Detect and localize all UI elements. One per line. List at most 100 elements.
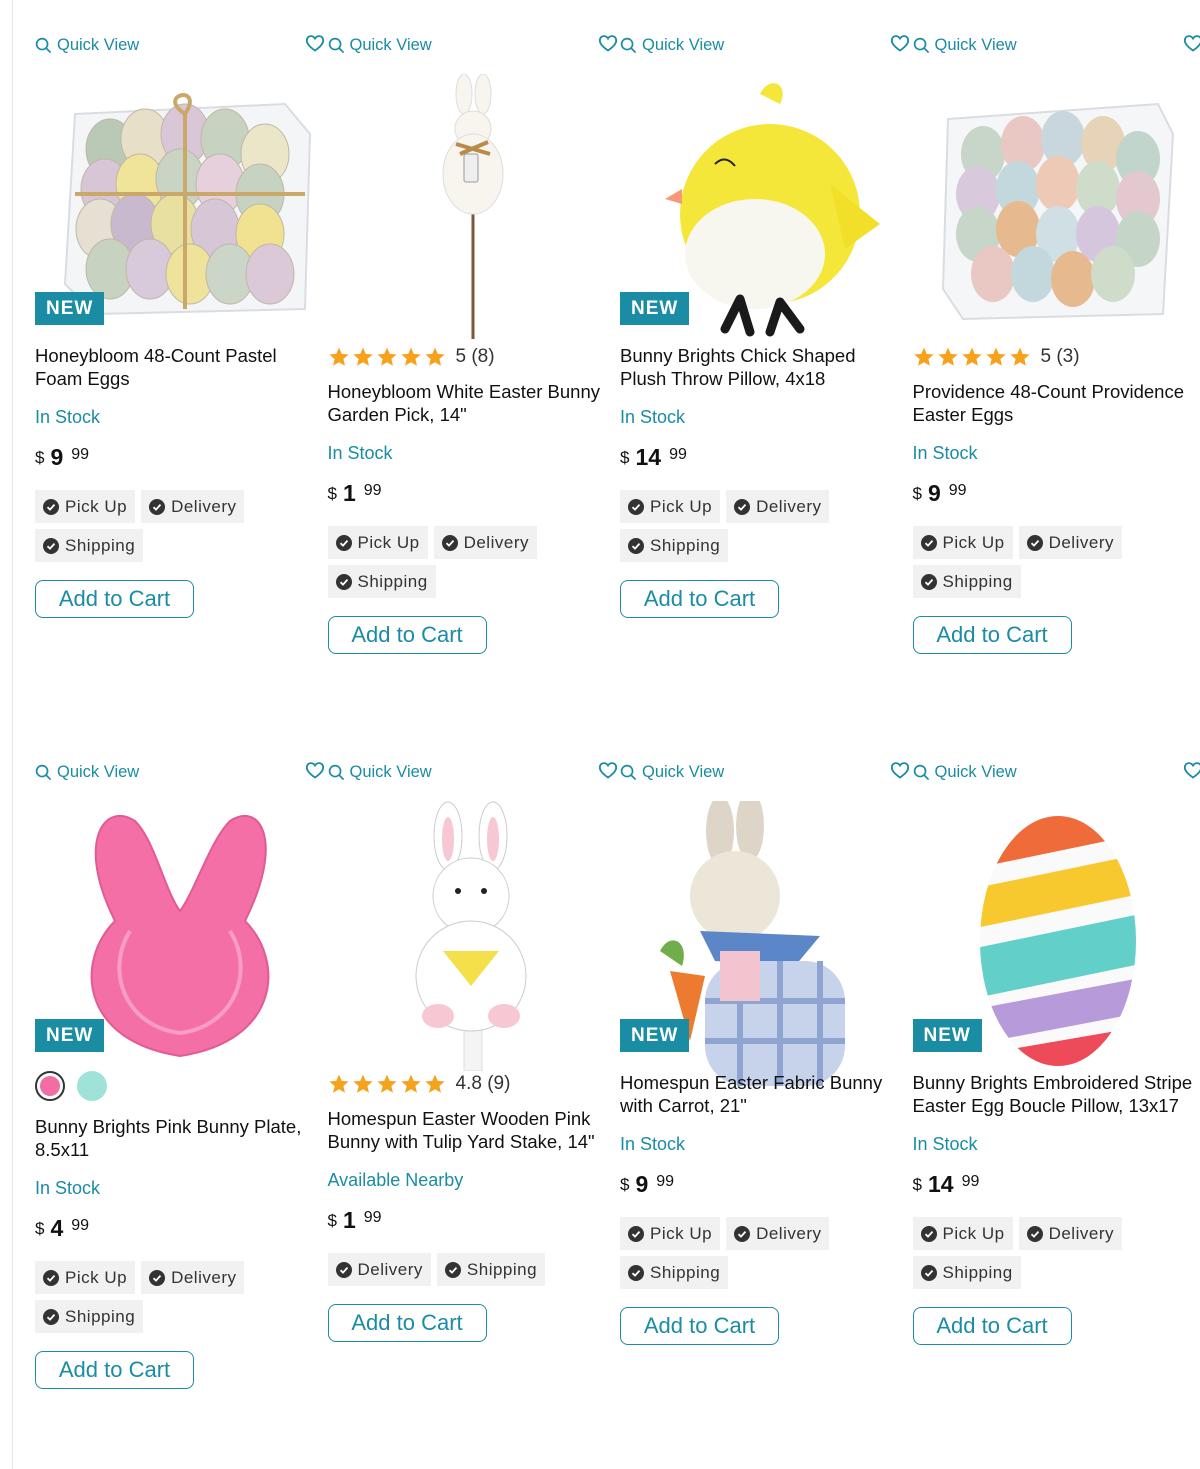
star-rating[interactable]: 5 (3) [913,344,1193,370]
add-to-cart-button[interactable]: Add to Cart [327,616,487,654]
fulfillment-label: Delivery [463,532,529,552]
quick-view-label: Quick View [349,36,432,54]
price: $ 4 99 [35,1215,315,1245]
add-to-cart-button[interactable]: Add to Cart [620,580,779,618]
search-icon [913,37,929,54]
price-cents: 99 [669,446,687,463]
star-rating[interactable]: 5 (8) [328,344,608,370]
fulfillment-chip: Delivery [1018,526,1122,559]
availability-status: Available Nearby [327,1170,464,1190]
fulfillment-chip: Pick Up [620,490,721,523]
quick-view-link[interactable]: Quick View [913,763,1017,782]
quick-view-link[interactable]: Quick View [35,763,139,782]
wishlist-heart-icon[interactable] [890,34,910,52]
price-dollars: 1 [342,1207,356,1233]
fulfillment-chip: Pick Up [35,490,136,523]
add-to-cart-button[interactable]: Add to Cart [327,1304,487,1342]
quick-view-link[interactable]: Quick View [913,36,1017,55]
product-image[interactable] [620,801,900,1086]
quick-view-link[interactable]: Quick View [620,36,724,55]
star-icon [961,347,982,366]
availability-status: In Stock [620,407,686,427]
price-dollars: 9 [927,480,941,506]
add-to-cart-button[interactable]: Add to Cart [35,1351,194,1389]
fulfillment-chip: Delivery [433,526,537,559]
product-image[interactable] [913,801,1193,1066]
add-to-cart-button[interactable]: Add to Cart [620,1307,779,1345]
check-circle-icon [335,573,352,590]
wishlist-heart-icon[interactable] [1183,761,1200,779]
add-to-cart-button[interactable]: Add to Cart [912,1307,1072,1345]
check-circle-icon [441,534,458,551]
wishlist-heart-icon[interactable] [598,761,618,779]
fulfillment-label: Delivery [1048,1223,1114,1243]
product-title[interactable]: Honeybloom White Easter Bunny Garden Pic… [328,380,608,426]
star-icon [376,347,397,366]
product-title[interactable]: Homespun Easter Fabric Bunny with Carrot… [620,1071,900,1117]
star-icon [352,1074,373,1093]
add-to-cart-button[interactable]: Add to Cart [912,616,1072,654]
rating-text: 5 (8) [455,346,495,367]
color-swatch[interactable] [77,1071,107,1101]
wishlist-heart-icon[interactable] [305,761,325,779]
price-currency: $ [327,1211,337,1230]
price-cents: 99 [71,1217,90,1234]
product-image[interactable] [913,74,1193,324]
availability-status: In Stock [327,443,393,463]
product-image[interactable] [328,74,608,339]
product-title[interactable]: Bunny Brights Chick Shaped Plush Throw P… [620,344,900,390]
fulfillment-options: Pick Up Delivery Shipping [620,1217,850,1289]
check-circle-icon [43,537,59,554]
check-circle-icon [920,1225,937,1242]
product-title[interactable]: Honeybloom 48-Count Pastel Foam Eggs [35,344,315,390]
availability-status: In Stock [912,1134,978,1154]
check-circle-icon [335,1261,352,1278]
wishlist-heart-icon[interactable] [598,34,618,52]
star-icon [1009,347,1030,366]
fulfillment-label: Delivery [171,1267,237,1287]
star-icon [352,347,373,366]
fulfillment-label: Shipping [65,535,136,555]
product-title[interactable]: Providence 48-Count Providence Easter Eg… [913,380,1193,426]
product-title[interactable]: Bunny Brights Pink Bunny Plate, 8.5x11 [35,1115,315,1161]
price: $ 14 99 [620,444,900,474]
product-title[interactable]: Homespun Easter Wooden Pink Bunny with T… [328,1107,608,1153]
star-icon [985,347,1006,366]
check-circle-icon [149,1269,166,1286]
new-badge: NEW [912,1019,982,1052]
product-image[interactable] [35,74,315,324]
quick-view-link[interactable]: Quick View [620,763,724,782]
price-currency: $ [35,1219,45,1238]
product-image[interactable] [328,801,608,1071]
new-badge: NEW [620,1019,690,1052]
quick-view-link[interactable]: Quick View [35,36,139,55]
wishlist-heart-icon[interactable] [305,34,325,52]
price-currency: $ [912,484,922,503]
wishlist-heart-icon[interactable] [890,761,910,779]
product-card: Quick View NEW Bunny Brights Chick Shaped… [620,30,910,757]
product-card: Quick View NEW Homespun Easter Fabric Bun… [620,757,910,1457]
quick-view-label: Quick View [57,763,140,781]
price-currency: $ [620,1175,630,1194]
fulfillment-label: Delivery [357,1259,423,1279]
star-rating[interactable]: 4.8 (9) [328,1071,608,1097]
color-swatch[interactable] [35,1071,65,1101]
fulfillment-chip: Delivery [141,490,245,523]
price: $ 14 99 [913,1171,1193,1201]
product-image[interactable] [620,74,900,337]
rating-text: 5 (3) [1040,346,1080,367]
fulfillment-label: Shipping [466,1259,538,1279]
add-to-cart-button[interactable]: Add to Cart [35,580,194,618]
product-title[interactable]: Bunny Brights Embroidered Stripe Easter … [913,1071,1193,1117]
product-image[interactable] [35,801,315,1058]
wishlist-heart-icon[interactable] [1183,34,1200,52]
price-cents: 99 [363,1209,382,1226]
quick-view-link[interactable]: Quick View [328,36,432,55]
fulfillment-label: Delivery [1048,532,1114,552]
quick-view-link[interactable]: Quick View [328,763,432,782]
search-icon [328,764,344,781]
fulfillment-label: Shipping [942,571,1013,591]
price-dollars: 4 [50,1215,64,1241]
star-icon [424,1074,445,1093]
fulfillment-chip: Delivery [141,1261,245,1294]
